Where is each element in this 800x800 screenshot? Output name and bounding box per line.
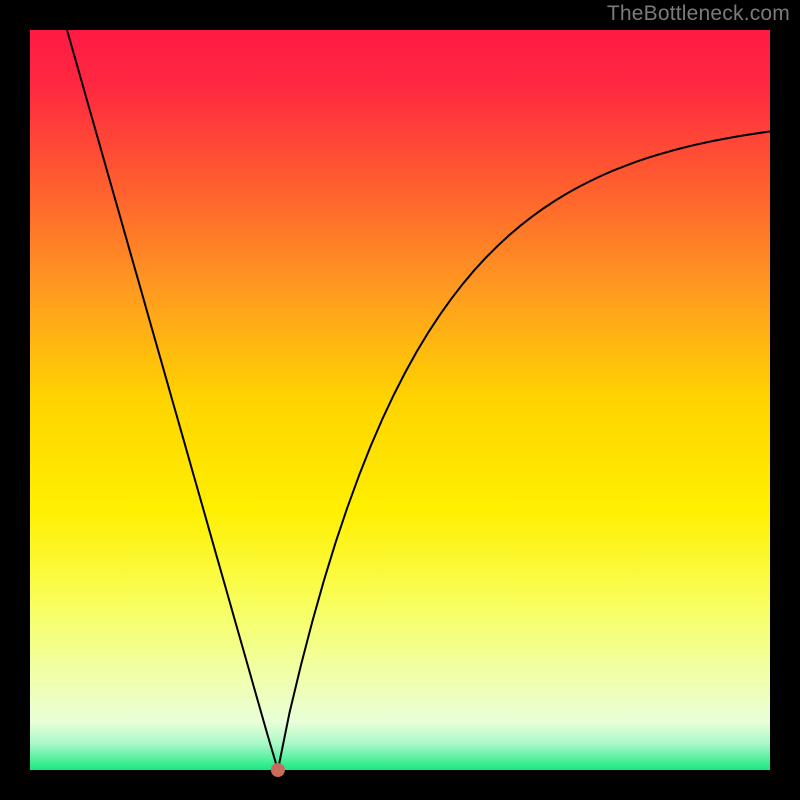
gradient-background	[30, 30, 770, 770]
bottleneck-chart	[0, 0, 800, 800]
watermark-text: TheBottleneck.com	[607, 2, 790, 26]
chart-frame: TheBottleneck.com	[0, 0, 800, 800]
minimum-marker	[271, 763, 285, 777]
